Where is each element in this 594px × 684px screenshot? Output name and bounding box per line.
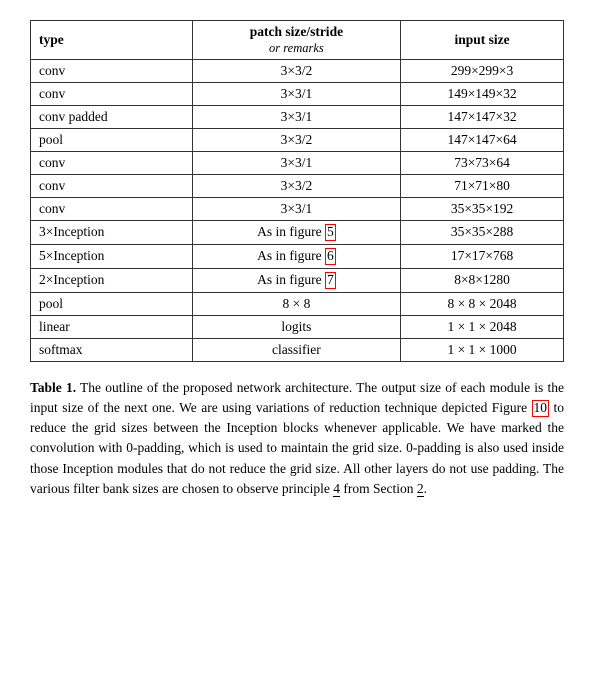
cell-input: 35×35×192 bbox=[401, 198, 564, 221]
table-row: conv3×3/135×35×192 bbox=[31, 198, 564, 221]
table-caption: Table 1. The outline of the proposed net… bbox=[30, 378, 564, 500]
table-row: 2×InceptionAs in figure 78×8×1280 bbox=[31, 268, 564, 292]
cell-type: pool bbox=[31, 292, 193, 315]
cell-input: 149×149×32 bbox=[401, 83, 564, 106]
cell-input: 147×147×32 bbox=[401, 106, 564, 129]
cell-patch: 3×3/1 bbox=[192, 83, 400, 106]
figure-ref: 6 bbox=[325, 248, 336, 265]
table-row: conv padded3×3/1147×147×32 bbox=[31, 106, 564, 129]
cell-patch: 3×3/2 bbox=[192, 60, 400, 83]
cell-type: conv bbox=[31, 152, 193, 175]
table-row: 5×InceptionAs in figure 617×17×768 bbox=[31, 244, 564, 268]
cell-input: 71×71×80 bbox=[401, 175, 564, 198]
col-header-patch: patch size/stride or remarks bbox=[192, 21, 400, 60]
table-row: pool8 × 88 × 8 × 2048 bbox=[31, 292, 564, 315]
cell-input: 8 × 8 × 2048 bbox=[401, 292, 564, 315]
architecture-table: type patch size/stride or remarks input … bbox=[30, 20, 564, 362]
table-row: pool3×3/2147×147×64 bbox=[31, 129, 564, 152]
figure-ref: 5 bbox=[325, 224, 336, 241]
patch-header-sub: or remarks bbox=[269, 41, 324, 55]
cell-patch: As in figure 5 bbox=[192, 221, 400, 245]
cell-type: 2×Inception bbox=[31, 268, 193, 292]
caption-text3: from Section bbox=[340, 481, 417, 496]
cell-type: pool bbox=[31, 129, 193, 152]
cell-input: 73×73×64 bbox=[401, 152, 564, 175]
table-row: softmaxclassifier1 × 1 × 1000 bbox=[31, 338, 564, 361]
caption-ref-2: 2 bbox=[417, 481, 424, 497]
cell-input: 17×17×768 bbox=[401, 244, 564, 268]
cell-type: linear bbox=[31, 315, 193, 338]
cell-input: 147×147×64 bbox=[401, 129, 564, 152]
table-row: conv3×3/173×73×64 bbox=[31, 152, 564, 175]
cell-type: conv bbox=[31, 83, 193, 106]
cell-input: 299×299×3 bbox=[401, 60, 564, 83]
cell-type: 3×Inception bbox=[31, 221, 193, 245]
table-row: linearlogits1 × 1 × 2048 bbox=[31, 315, 564, 338]
cell-patch: classifier bbox=[192, 338, 400, 361]
col-header-type: type bbox=[31, 21, 193, 60]
table-row: conv3×3/2299×299×3 bbox=[31, 60, 564, 83]
cell-patch: 3×3/1 bbox=[192, 152, 400, 175]
caption-title: Table 1. bbox=[30, 380, 76, 395]
table-row: conv3×3/1149×149×32 bbox=[31, 83, 564, 106]
cell-input: 1 × 1 × 2048 bbox=[401, 315, 564, 338]
cell-patch: As in figure 6 bbox=[192, 244, 400, 268]
cell-type: softmax bbox=[31, 338, 193, 361]
caption-ref-10: 10 bbox=[532, 400, 550, 417]
caption-text1: The outline of the proposed network arch… bbox=[30, 380, 564, 415]
table-row: 3×InceptionAs in figure 535×35×288 bbox=[31, 221, 564, 245]
table-row: conv3×3/271×71×80 bbox=[31, 175, 564, 198]
col-header-input: input size bbox=[401, 21, 564, 60]
cell-type: 5×Inception bbox=[31, 244, 193, 268]
cell-type: conv bbox=[31, 175, 193, 198]
architecture-table-container: type patch size/stride or remarks input … bbox=[30, 20, 564, 362]
cell-input: 1 × 1 × 1000 bbox=[401, 338, 564, 361]
cell-patch: As in figure 7 bbox=[192, 268, 400, 292]
figure-ref: 7 bbox=[325, 272, 336, 289]
cell-type: conv padded bbox=[31, 106, 193, 129]
cell-patch: 3×3/1 bbox=[192, 106, 400, 129]
cell-input: 8×8×1280 bbox=[401, 268, 564, 292]
cell-patch: 8 × 8 bbox=[192, 292, 400, 315]
caption-text4: . bbox=[424, 481, 427, 496]
cell-type: conv bbox=[31, 60, 193, 83]
patch-header-main: patch size/stride bbox=[250, 24, 343, 39]
cell-patch: 3×3/2 bbox=[192, 175, 400, 198]
cell-type: conv bbox=[31, 198, 193, 221]
cell-patch: 3×3/1 bbox=[192, 198, 400, 221]
cell-input: 35×35×288 bbox=[401, 221, 564, 245]
cell-patch: 3×3/2 bbox=[192, 129, 400, 152]
cell-patch: logits bbox=[192, 315, 400, 338]
